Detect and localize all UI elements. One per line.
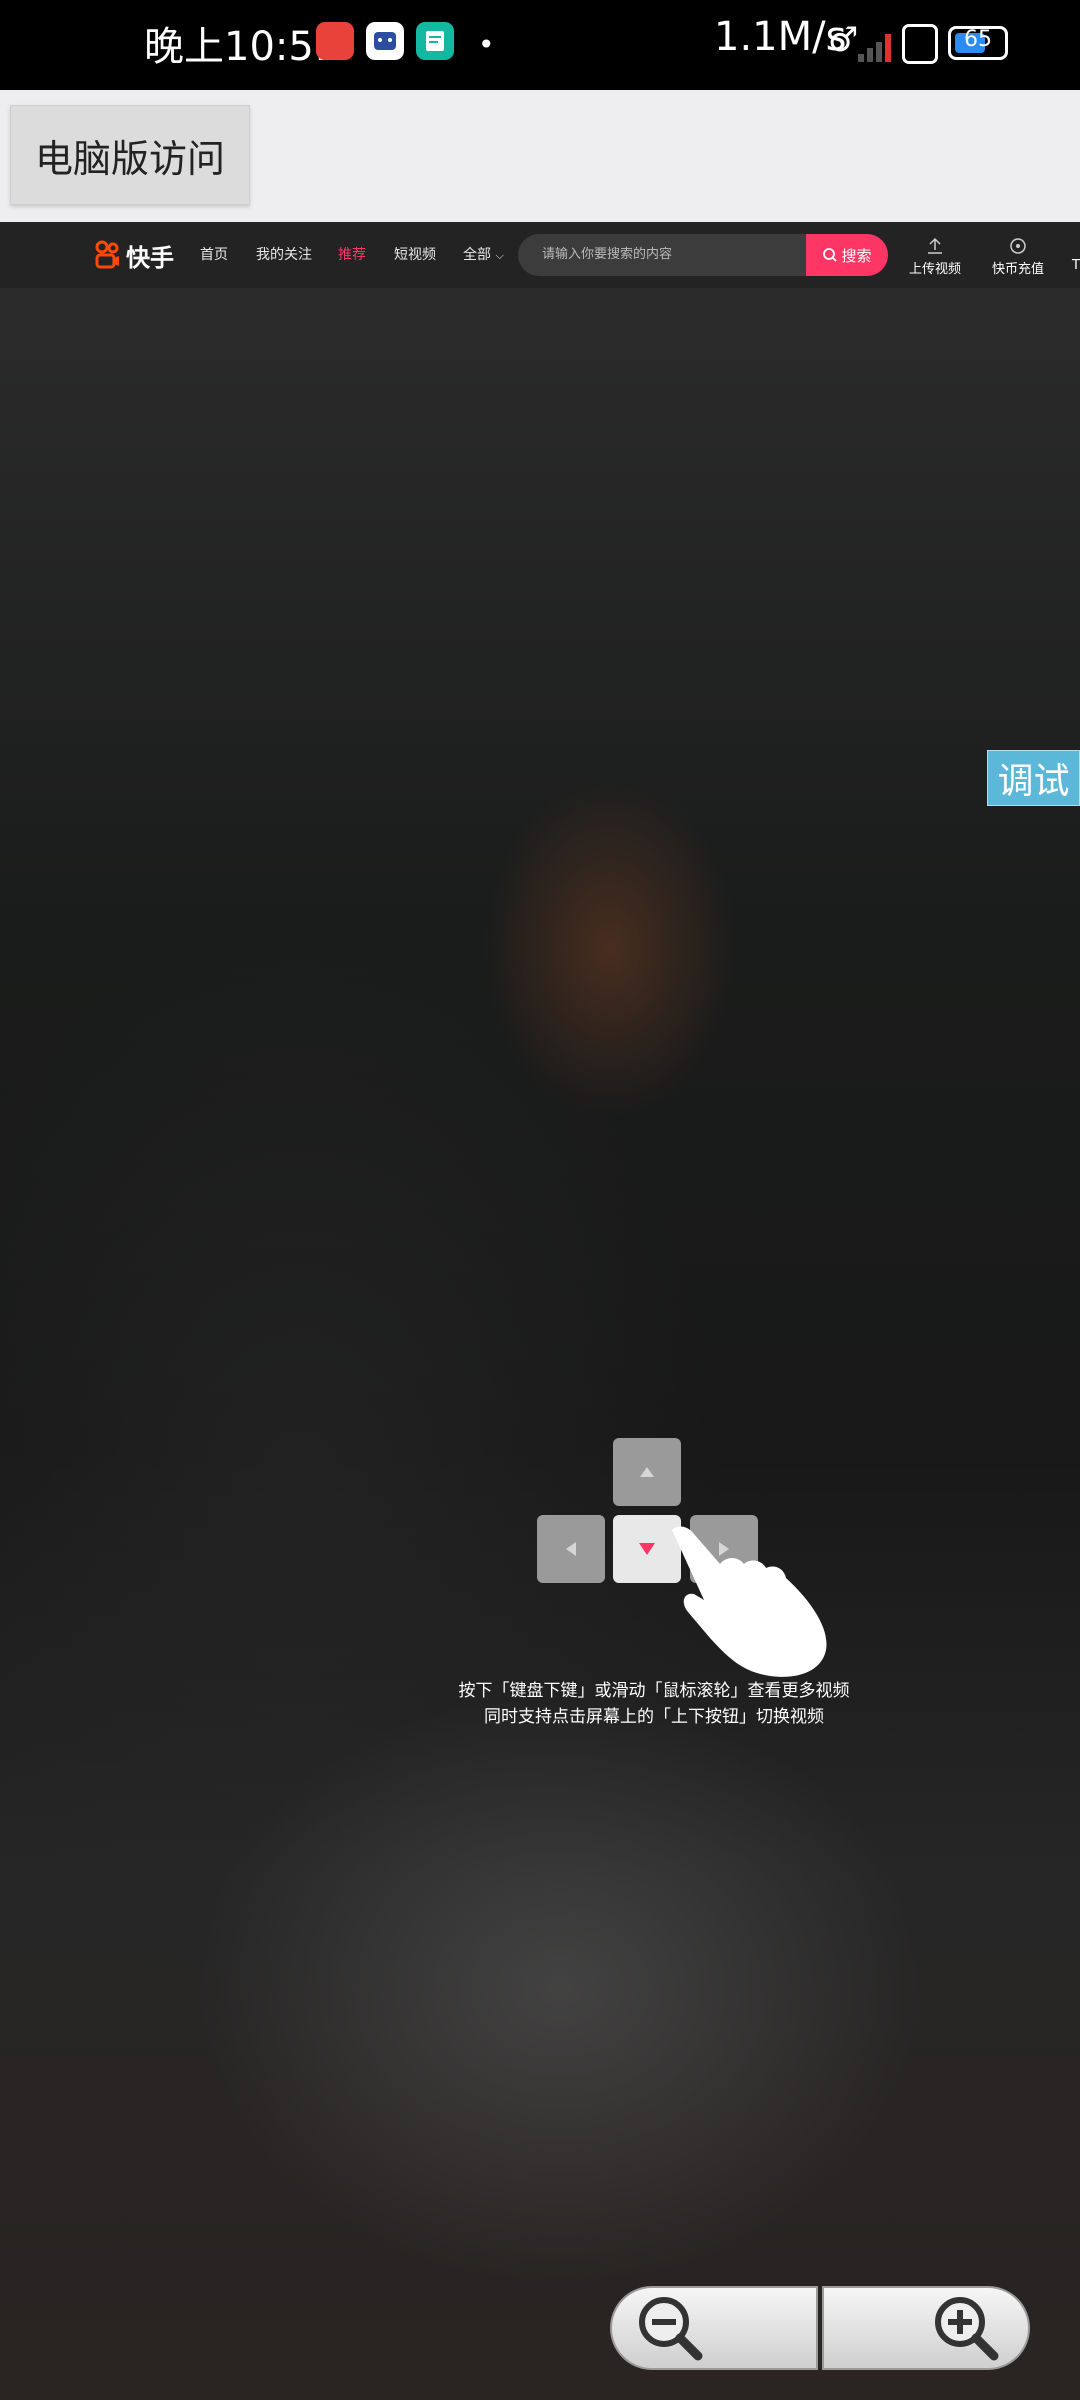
network-speed: 1.1M/s — [714, 14, 847, 60]
app-note-icon — [416, 22, 454, 60]
search-input[interactable]: 请输入你要搜索的内容 — [518, 234, 807, 276]
upload-icon — [928, 237, 942, 254]
recharge-button[interactable]: 快币充值 — [990, 236, 1046, 277]
left-key-hint — [537, 1515, 605, 1583]
bluetooth-icon: ♂ — [828, 20, 859, 60]
zoom-in-icon — [935, 2297, 999, 2361]
search-button[interactable]: 搜索 — [806, 234, 888, 276]
hint-line-1: 按下「键盘下键」或滑动「鼠标滚轮」查看更多视频 — [458, 1681, 850, 1701]
battery-icon: 65 — [948, 26, 1008, 60]
app-cat-icon — [366, 22, 404, 60]
desktop-version-button[interactable]: 电脑版访问 — [10, 105, 250, 205]
hint-line-2: 同时支持点击屏幕上的「上下按钮」切换视频 — [484, 1707, 824, 1727]
up-key-button[interactable] — [613, 1438, 681, 1506]
recharge-label: 快币充值 — [991, 262, 1044, 277]
coin-icon — [1010, 238, 1026, 254]
upload-video-label: 上传视频 — [908, 262, 961, 277]
nav-short-video[interactable]: 短视频 — [394, 244, 436, 264]
nav-following[interactable]: 我的关注 — [256, 244, 312, 264]
status-bar: 晚上10:51 • 1.1M/s ♂ 65 — [0, 0, 1080, 90]
arrow-left-icon — [566, 1542, 576, 1556]
nav-overflow-item[interactable]: T — [1072, 236, 1080, 273]
nav-recommended[interactable]: 推荐 — [338, 244, 366, 264]
app-heart-icon — [316, 22, 354, 60]
search-icon — [823, 248, 838, 262]
chevron-down-icon: ⌵ — [495, 249, 504, 262]
logo-text: 快手 — [126, 243, 174, 272]
kuaishou-logo[interactable]: 快手 — [94, 238, 174, 272]
signal-icon — [858, 28, 896, 62]
nav-all-label: 全部 — [463, 247, 491, 263]
status-time: 晚上10:51 — [144, 24, 340, 70]
arrow-down-icon — [639, 1543, 655, 1555]
nav-home[interactable]: 首页 — [200, 244, 228, 264]
debug-button[interactable]: 调试 — [987, 750, 1080, 806]
zoom-in-button[interactable] — [822, 2286, 1030, 2370]
kuaishou-logo-icon — [95, 240, 119, 269]
upload-video-button[interactable]: 上传视频 — [907, 236, 963, 277]
nav-all-dropdown[interactable]: 全部 ⌵ — [463, 244, 504, 264]
search-button-label: 搜索 — [841, 246, 872, 265]
battery-level: 65 — [964, 27, 992, 52]
wifi-icon — [902, 24, 938, 64]
pc-mode-bar: 电脑版访问 — [0, 90, 1080, 222]
arrow-up-icon — [640, 1467, 654, 1477]
zoom-out-button[interactable] — [610, 2286, 818, 2370]
site-navbar: 快手 首页 我的关注 推荐 短视频 全部 ⌵ 请输入你要搜索的内容 搜索 上传视… — [0, 222, 1080, 288]
nav-overflow-label: T — [1072, 258, 1080, 273]
zoom-out-icon — [639, 2297, 703, 2361]
hand-pointer-icon — [672, 1526, 827, 1677]
video-player[interactable] — [0, 288, 1080, 2400]
more-notifications-dot: • — [478, 28, 495, 61]
